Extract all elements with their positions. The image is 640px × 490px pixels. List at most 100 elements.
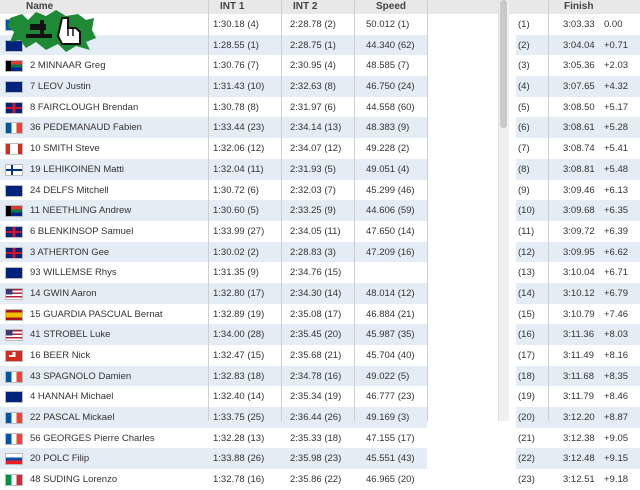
int1-time: 1:32.40 (14)	[213, 391, 265, 403]
rider-name: 56 GEORGES Pierre Charles	[30, 432, 155, 444]
table-row[interactable]: 16 BEER Nick 1:32.47 (15) 2:35.68 (21) 45.7…	[0, 345, 640, 366]
finish-rank: (11)	[518, 225, 535, 237]
rider-name: 41 STROBEL Luke	[30, 329, 111, 341]
table-row[interactable]: 6 BLENKINSOP Samuel 1:33.99 (27) 2:34.05 (…	[0, 221, 640, 242]
finish-gap: +6.39	[604, 225, 629, 237]
table-row[interactable]: 43 SPAGNOLO Damien 1:32.83 (18) 2:34.78 (1…	[0, 365, 640, 387]
int1-time: 1:31.35 (9)	[213, 267, 259, 279]
table-row[interactable]: 36 PEDEMANAUD Fabien 1:33.44 (23) 2:34.14 …	[0, 117, 640, 139]
int1-time: 1:32.28 (13)	[213, 432, 265, 444]
finish-time: 3:09.95	[563, 246, 595, 258]
int2-time: 2:36.44 (26)	[290, 412, 342, 424]
finish-rank: (19)	[518, 391, 535, 403]
speed-value: 45.551 (43)	[366, 453, 415, 465]
finish-rank: (1)	[518, 19, 530, 30]
finish-time: 3:12.48	[563, 453, 595, 465]
table-row[interactable]: 15 GUARDIA PASCUAL Bernat 1:32.89 (19) 2:3…	[0, 304, 640, 325]
table-row[interactable]: 8 FAIRCLOUGH Brendan 1:30.78 (8) 2:31.97 (…	[0, 97, 640, 118]
finish-rank: (15)	[518, 308, 535, 320]
scrollbar-thumb[interactable]	[500, 0, 507, 128]
int2-time: 2:33.25 (9)	[290, 205, 336, 217]
finish-time: 3:11.68	[563, 370, 594, 382]
int1-time: 1:30.72 (6)	[213, 184, 259, 196]
vertical-scrollbar[interactable]	[498, 0, 509, 421]
column-divider	[427, 0, 428, 421]
table-row[interactable]: 3 ATHERTON Gee 1:30.02 (2) 2:28.83 (3) 47.2…	[0, 241, 640, 263]
table-row[interactable]: 14 GWIN Aaron 1:32.80 (17) 2:34.30 (14) 48.…	[0, 282, 640, 304]
table-row[interactable]: 11 NEETHLING Andrew 1:30.60 (5) 2:33.25 (9…	[0, 200, 640, 221]
table-row[interactable]: 93 WILLEMSE Rhys 1:31.35 (9) 2:34.76 (15) (…	[0, 262, 640, 283]
int1-time: 1:32.78 (16)	[213, 474, 265, 486]
speed-value: 44.558 (60)	[366, 101, 415, 113]
speed-value: 47.209 (16)	[366, 246, 415, 258]
int1-time: 1:32.89 (19)	[213, 308, 265, 320]
int2-time: 2:35.68 (21)	[290, 350, 342, 361]
finish-rank: (6)	[518, 122, 530, 134]
int2-time: 2:28.75 (1)	[290, 39, 336, 51]
column-divider	[281, 0, 282, 421]
finish-time: 3:09.68	[563, 205, 595, 217]
int2-time: 2:34.05 (11)	[290, 225, 341, 237]
int2-time: 2:35.33 (18)	[290, 432, 342, 444]
finish-time: 3:11.36	[563, 329, 594, 341]
finish-gap: +5.28	[604, 122, 629, 134]
finish-rank: (5)	[518, 101, 530, 113]
table-row[interactable]: 20 POLC Filip 1:33.88 (26) 2:35.98 (23) 45.…	[0, 448, 640, 470]
table-row[interactable]: 41 STROBEL Luke 1:34.00 (28) 2:35.45 (20) 4…	[0, 324, 640, 345]
country-flag-icon	[5, 370, 23, 383]
finish-gap: +9.05	[604, 432, 629, 444]
speed-value: 46.750 (24)	[366, 81, 415, 93]
int1-time: 1:33.44 (23)	[213, 122, 265, 134]
finish-gap: +5.17	[604, 101, 629, 113]
finish-rank: (18)	[518, 370, 535, 382]
pixel-logo-overlay	[8, 10, 96, 52]
table-row[interactable]: 19 LEHIKOINEN Matti 1:32.04 (11) 2:31.93 (…	[0, 158, 640, 180]
finish-gap: +8.03	[604, 329, 629, 341]
table-row[interactable]: 7 LEOV Justin 1:31.43 (10) 2:32.63 (8) 46.7…	[0, 76, 640, 97]
finish-time: 3:08.81	[563, 163, 595, 175]
int1-time: 1:33.75 (25)	[213, 412, 265, 424]
country-flag-icon	[5, 225, 23, 238]
table-row[interactable]: 10 SMITH Steve 1:32.06 (12) 2:34.07 (12) 49…	[0, 138, 640, 159]
speed-value: 46.965 (20)	[366, 474, 415, 486]
int2-time: 2:34.78 (16)	[290, 370, 342, 382]
int1-time: 1:28.55 (1)	[213, 39, 259, 51]
finish-rank: (13)	[518, 267, 535, 279]
finish-gap: +0.71	[604, 39, 629, 51]
finish-time: 3:03.33	[563, 19, 595, 30]
finish-time: 3:05.36	[563, 60, 595, 72]
table-row[interactable]: 48 SUDING Lorenzo 1:32.78 (16) 2:35.86 (22…	[0, 469, 640, 490]
int2-time: 2:28.78 (2)	[290, 19, 336, 30]
finish-gap: +9.15	[604, 453, 629, 465]
speed-value: 44.606 (59)	[366, 205, 415, 217]
finish-gap: +8.16	[604, 350, 629, 361]
finish-gap: +6.13	[604, 184, 629, 196]
rider-name: 2 MINNAAR Greg	[30, 60, 106, 72]
header-int2: INT 2	[293, 1, 318, 12]
finish-rank: (17)	[518, 350, 535, 361]
finish-gap: +4.32	[604, 81, 629, 93]
header-int1: INT 1	[220, 1, 245, 12]
finish-time: 3:08.50	[563, 101, 595, 113]
int1-time: 1:32.06 (12)	[213, 143, 265, 155]
int1-time: 1:30.60 (5)	[213, 205, 259, 217]
speed-value: 49.022 (5)	[366, 370, 410, 382]
rider-name: 93 WILLEMSE Rhys	[30, 267, 117, 279]
finish-time: 3:10.12	[563, 287, 595, 299]
country-flag-icon	[5, 412, 23, 425]
speed-value: 46.884 (21)	[366, 308, 415, 320]
country-flag-icon	[5, 350, 23, 362]
table-row[interactable]: 24 DELFS Mitchell 1:30.72 (6) 2:32.03 (7) 4…	[0, 180, 640, 201]
table-row[interactable]: 56 GEORGES Pierre Charles 1:32.28 (13) 2:3…	[0, 428, 640, 449]
table-row[interactable]: 22 PASCAL Mickael 1:33.75 (25) 2:36.44 (26…	[0, 407, 640, 428]
finish-rank: (9)	[518, 184, 530, 196]
int1-time: 1:34.00 (28)	[213, 329, 265, 341]
column-divider	[208, 0, 209, 421]
finish-time: 3:12.38	[563, 432, 595, 444]
results-table: 1:30.18 (4) 2:28.78 (2) 50.012 (1) (1) 3:03.…	[0, 14, 640, 490]
int2-time: 2:32.63 (8)	[290, 81, 336, 93]
finish-gap: +5.48	[604, 163, 629, 175]
table-row[interactable]: 4 HANNAH Michael 1:32.40 (14) 2:35.34 (19)…	[0, 386, 640, 407]
table-row[interactable]: 2 MINNAAR Greg 1:30.76 (7) 2:30.95 (4) 48.5…	[0, 55, 640, 76]
finish-rank: (21)	[518, 432, 535, 444]
